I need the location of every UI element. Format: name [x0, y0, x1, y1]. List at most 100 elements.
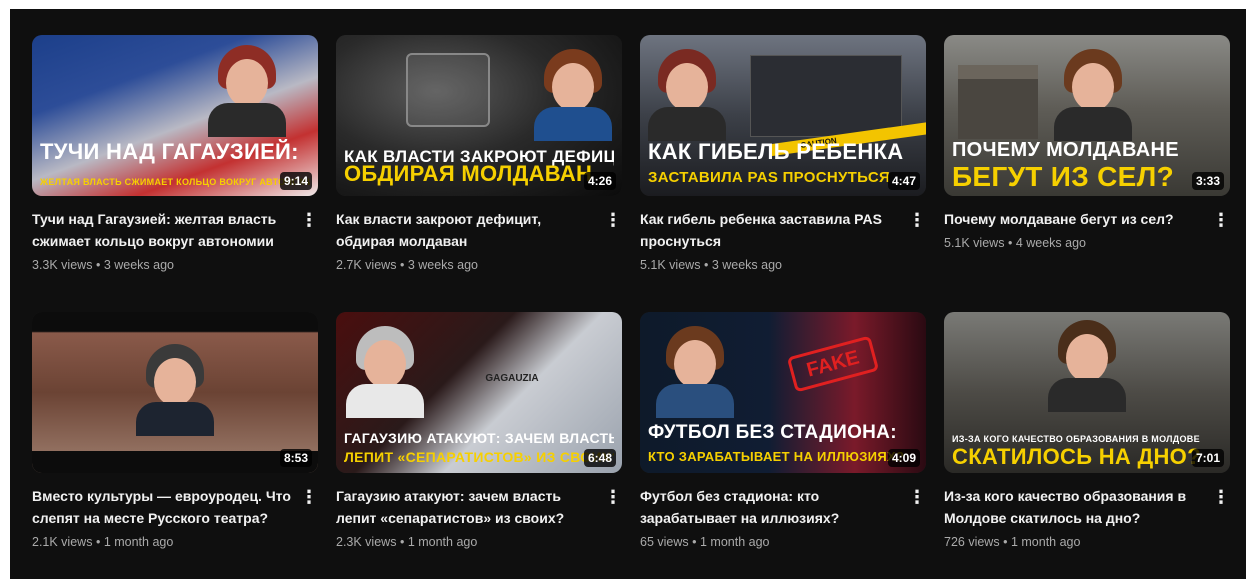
vertical-dots-icon[interactable]: ⋮ — [1212, 209, 1230, 233]
thumbnail-caption-sub: БЕГУТ ИЗ СЕЛ? — [952, 161, 1174, 192]
video-card[interactable]: CAUTION КАК ГИБЕЛЬ РЕБЕНКА ЗАСТАВИЛА PAS… — [640, 35, 926, 272]
video-grid: ТУЧИ НАД ГАГАУЗИЕЙ: ЖЕЛТАЯ ВЛАСТЬ СЖИМАЕ… — [32, 35, 1230, 549]
video-meta: Вместо культуры — евроуродец. Что слепят… — [32, 485, 318, 549]
video-thumbnail[interactable]: ТУЧИ НАД ГАГАУЗИЕЙ: ЖЕЛТАЯ ВЛАСТЬ СЖИМАЕ… — [32, 35, 318, 196]
vertical-dots-icon[interactable]: ⋮ — [908, 486, 926, 510]
upload-age: 4 weeks ago — [1015, 236, 1086, 250]
separator-dot: • — [692, 535, 697, 549]
thumbnail-person — [1048, 316, 1126, 412]
thumbnail-letterbox — [32, 451, 318, 473]
duration-badge: 9:14 — [279, 172, 312, 190]
video-stats: 2.1K views • 1 month ago — [32, 535, 294, 549]
upload-age: 1 month ago — [103, 535, 174, 549]
video-title[interactable]: Футбол без стадиона: кто зарабатывает на… — [640, 485, 902, 529]
video-meta: Гагаузию атакуют: зачем власть лепит «се… — [336, 485, 622, 549]
upload-age: 3 weeks ago — [407, 258, 478, 272]
video-card[interactable]: ИЗ-ЗА КОГО КАЧЕСТВО ОБРАЗОВАНИЯ В МОЛДОВ… — [944, 312, 1230, 549]
view-count: 5.1K views — [640, 258, 701, 272]
video-card[interactable]: GAGAUZIA ГАГАУЗИЮ АТАКУЮТ: ЗАЧЕМ ВЛАСТЬ … — [336, 312, 622, 549]
upload-age: 1 month ago — [700, 535, 770, 549]
upload-age: 1 month ago — [407, 535, 478, 549]
video-card[interactable]: ПОЧЕМУ МОЛДАВАНЕ БЕГУТ ИЗ СЕЛ? 3:33 Поче… — [944, 35, 1230, 272]
thumbnail-caption-sub: КТО ЗАРАБАТЫВАЕТ НА ИЛЛЮЗИЯХ? — [648, 449, 905, 464]
view-count: 2.7K views — [336, 258, 397, 272]
thumbnail-person — [346, 322, 424, 418]
thumbnail-caption-main: ИЗ-ЗА КОГО КАЧЕСТВО ОБРАЗОВАНИЯ В МОЛДОВ… — [952, 434, 1200, 444]
thumbnail-caption-main: ГАГАУЗИЮ АТАКУЮТ: ЗАЧЕМ ВЛАСТЬ — [344, 430, 614, 446]
vertical-dots-icon[interactable]: ⋮ — [604, 209, 622, 233]
video-stats: 3.3K views • 3 weeks ago — [32, 258, 294, 272]
vertical-dots-icon[interactable]: ⋮ — [908, 209, 926, 233]
video-card[interactable]: FAKE ФУТБОЛ БЕЗ СТАДИОНА: КТО ЗАРАБАТЫВА… — [640, 312, 926, 549]
duration-badge: 4:09 — [887, 449, 920, 467]
video-thumbnail[interactable]: 8:53 — [32, 312, 318, 473]
video-meta: Из-за кого качество образования в Молдов… — [944, 485, 1230, 549]
video-title[interactable]: Почему молдаване бегут из сел? — [944, 208, 1206, 230]
separator-dot: • — [95, 535, 101, 549]
duration-badge: 4:47 — [887, 172, 920, 190]
video-title[interactable]: Как власти закроют дефицит, обдирая молд… — [336, 208, 598, 252]
video-title[interactable]: Гагаузию атакуют: зачем власть лепит «се… — [336, 485, 598, 529]
video-meta: Как власти закроют дефицит, обдирая молд… — [336, 208, 622, 272]
duration-badge: 3:33 — [1191, 172, 1224, 190]
vertical-dots-icon[interactable]: ⋮ — [300, 486, 318, 510]
duration-badge: 6:48 — [583, 449, 616, 467]
video-thumbnail[interactable]: ИЗ-ЗА КОГО КАЧЕСТВО ОБРАЗОВАНИЯ В МОЛДОВ… — [944, 312, 1230, 473]
thumbnail-jar — [406, 53, 490, 127]
separator-dot: • — [399, 535, 405, 549]
video-thumbnail[interactable]: КАК ВЛАСТИ ЗАКРОЮТ ДЕФИЦИТ, ОБДИРАЯ МОЛД… — [336, 35, 622, 196]
thumbnail-caption-main: КАК ГИБЕЛЬ РЕБЕНКА — [648, 139, 904, 164]
vertical-dots-icon[interactable]: ⋮ — [1212, 486, 1230, 510]
view-count: 2.1K views — [32, 535, 93, 549]
video-card[interactable]: 8:53 Вместо культуры — евроуродец. Что с… — [32, 312, 318, 549]
thumbnail-person — [648, 45, 726, 141]
thumbnail-person — [136, 340, 214, 436]
video-stats: 2.7K views • 3 weeks ago — [336, 258, 598, 272]
video-card[interactable]: КАК ВЛАСТИ ЗАКРОЮТ ДЕФИЦИТ, ОБДИРАЯ МОЛД… — [336, 35, 622, 272]
video-stats: 2.3K views • 1 month ago — [336, 535, 598, 549]
video-thumbnail[interactable]: CAUTION КАК ГИБЕЛЬ РЕБЕНКА ЗАСТАВИЛА PAS… — [640, 35, 926, 196]
thumbnail-caption-sub: ОБДИРАЯ МОЛДАВАН — [344, 161, 593, 186]
view-count: 65 views — [640, 535, 689, 549]
video-thumbnail[interactable]: GAGAUZIA ГАГАУЗИЮ АТАКУЮТ: ЗАЧЕМ ВЛАСТЬ … — [336, 312, 622, 473]
video-stats: 5.1K views • 4 weeks ago — [944, 236, 1206, 250]
thumbnail-caption-sub: ЗАСТАВИЛА PAS ПРОСНУТЬСЯ — [648, 169, 891, 186]
separator-dot: • — [1007, 236, 1013, 250]
video-card[interactable]: ТУЧИ НАД ГАГАУЗИЕЙ: ЖЕЛТАЯ ВЛАСТЬ СЖИМАЕ… — [32, 35, 318, 272]
thumbnail-person — [534, 45, 612, 141]
duration-badge: 4:26 — [583, 172, 616, 190]
view-count: 2.3K views — [336, 535, 397, 549]
thumbnail-house — [958, 65, 1038, 139]
thumbnail-caption-main: ФУТБОЛ БЕЗ СТАДИОНА: — [648, 422, 897, 443]
duration-badge: 7:01 — [1191, 449, 1224, 467]
vertical-dots-icon[interactable]: ⋮ — [300, 209, 318, 233]
view-count: 726 views — [944, 535, 1000, 549]
video-title[interactable]: Вместо культуры — евроуродец. Что слепят… — [32, 485, 294, 529]
thumbnail-person — [208, 41, 286, 137]
video-meta: Как гибель ребенка заставила PAS проснут… — [640, 208, 926, 272]
thumbnail-caption-sub: ЛЕПИТ «СЕПАРАТИСТОВ» ИЗ СВОИХ? — [344, 449, 614, 465]
separator-dot: • — [95, 258, 101, 272]
video-stats: 5.1K views • 3 weeks ago — [640, 258, 902, 272]
thumbnail-caption-main: ТУЧИ НАД ГАГАУЗИЕЙ: — [40, 139, 299, 164]
thumbnail-caption-main: ПОЧЕМУ МОЛДАВАНЕ — [952, 139, 1179, 161]
video-meta: Тучи над Гагаузией: желтая власть сжимае… — [32, 208, 318, 272]
thumbnail-caption-sub: ЖЕЛТАЯ ВЛАСТЬ СЖИМАЕТ КОЛЬЦО ВОКРУГ АВТО… — [40, 177, 310, 187]
duration-badge: 8:53 — [279, 449, 312, 467]
separator-dot: • — [399, 258, 405, 272]
view-count: 5.1K views — [944, 236, 1005, 250]
thumbnail-caption-sub: СКАТИЛОСЬ НА ДНО? — [952, 444, 1201, 469]
map-label: GAGAUZIA — [485, 373, 539, 384]
video-title[interactable]: Из-за кого качество образования в Молдов… — [944, 485, 1206, 529]
video-thumbnail[interactable]: ПОЧЕМУ МОЛДАВАНЕ БЕГУТ ИЗ СЕЛ? 3:33 — [944, 35, 1230, 196]
video-title[interactable]: Тучи над Гагаузией: желтая власть сжимае… — [32, 208, 294, 252]
video-title[interactable]: Как гибель ребенка заставила PAS проснут… — [640, 208, 902, 252]
video-meta: Почему молдаване бегут из сел? 5.1K view… — [944, 208, 1230, 250]
vertical-dots-icon[interactable]: ⋮ — [604, 486, 622, 510]
separator-dot: • — [1003, 535, 1008, 549]
upload-age: 1 month ago — [1010, 535, 1081, 549]
video-stats: 65 views • 1 month ago — [640, 535, 902, 549]
separator-dot: • — [703, 258, 709, 272]
video-meta: Футбол без стадиона: кто зарабатывает на… — [640, 485, 926, 549]
video-thumbnail[interactable]: FAKE ФУТБОЛ БЕЗ СТАДИОНА: КТО ЗАРАБАТЫВА… — [640, 312, 926, 473]
